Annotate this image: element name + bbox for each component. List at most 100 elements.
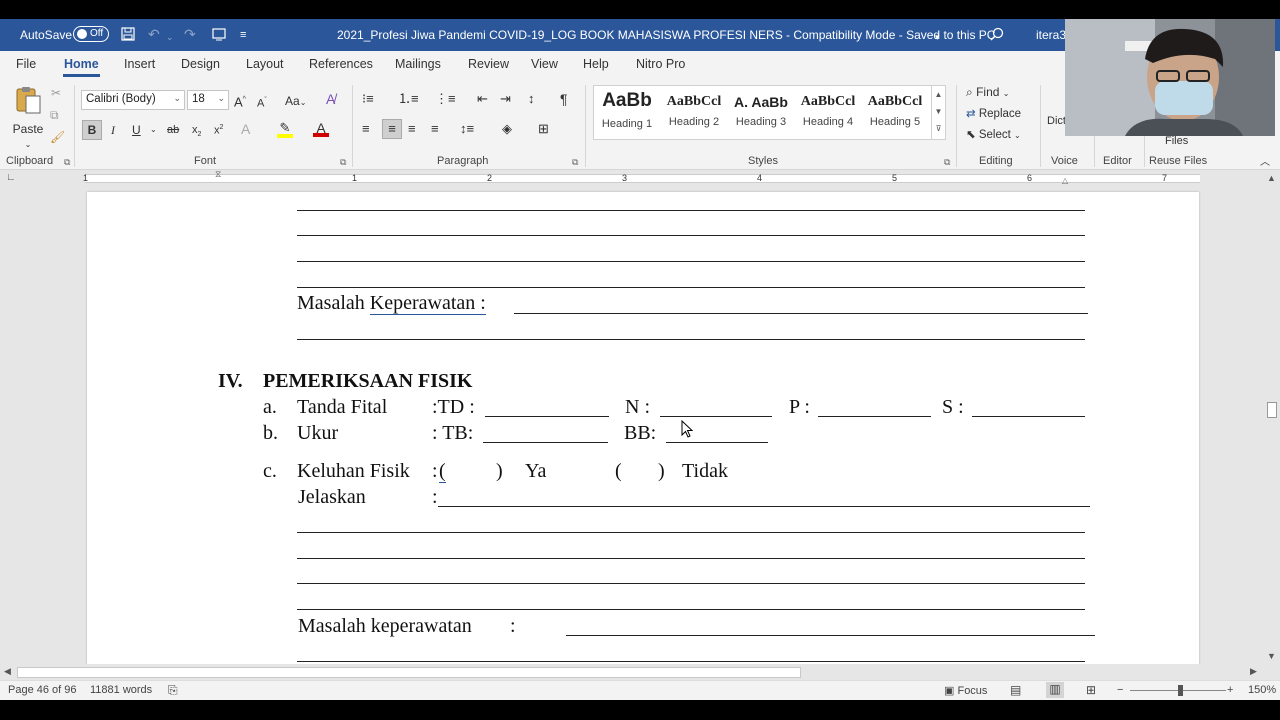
font-size-combo[interactable]: 18 ⌄ <box>187 90 229 110</box>
tab-design[interactable]: Design <box>181 57 220 71</box>
styles-launcher-icon[interactable]: ⧉ <box>944 157 950 168</box>
tab-file[interactable]: File <box>16 57 36 71</box>
style-sample: AaBbCcl <box>800 94 856 109</box>
zoom-in-icon[interactable]: + <box>1227 684 1233 696</box>
style-heading-2[interactable]: AaBbCcl Heading 2 <box>661 90 727 136</box>
decrease-indent-icon[interactable]: ⇤ <box>477 91 488 107</box>
undo-icon[interactable]: ↶ <box>148 27 160 41</box>
right-indent-marker[interactable]: △ <box>1062 176 1068 185</box>
tab-references[interactable]: References <box>309 57 373 71</box>
tab-mailings[interactable]: Mailings <box>395 57 441 71</box>
user-name[interactable]: itera3 <box>1036 28 1066 42</box>
vertical-scroll-thumb[interactable] <box>1267 402 1277 418</box>
answer-line <box>297 558 1085 559</box>
superscript-button[interactable]: x2 <box>214 120 223 139</box>
text-effects-icon[interactable]: A <box>241 121 250 137</box>
tab-nitro-pro[interactable]: Nitro Pro <box>636 57 685 71</box>
strikethrough-button[interactable]: ab <box>167 122 179 138</box>
redo-icon[interactable]: ↷ <box>184 27 196 41</box>
align-center-icon[interactable]: ≡ <box>382 119 402 139</box>
web-layout-icon[interactable]: ⊞ <box>1086 683 1096 697</box>
align-right-icon[interactable]: ≡ <box>408 121 416 137</box>
read-mode-icon[interactable]: ▤ <box>1010 683 1021 697</box>
show-formatting-icon[interactable]: ¶ <box>560 91 568 107</box>
copy-icon[interactable]: ⧉ <box>50 107 59 123</box>
style-heading-1[interactable]: AaBb Heading 1 <box>594 90 660 136</box>
bullets-icon[interactable]: ⁝≡ <box>362 91 374 107</box>
italic-button[interactable]: I <box>111 122 115 138</box>
shrink-font-button[interactable]: Aˇ <box>257 93 267 112</box>
style-name: Heading 1 <box>601 118 653 130</box>
borders-icon[interactable]: ⊞ <box>538 121 549 137</box>
style-heading-4[interactable]: AaBbCcl Heading 4 <box>795 90 861 136</box>
find-button[interactable]: ⌕ Find ⌄ <box>966 84 1009 102</box>
font-name-combo[interactable]: Calibri (Body) ⌄ <box>81 90 185 110</box>
tab-help[interactable]: Help <box>583 57 609 71</box>
zoom-level[interactable]: 150% <box>1248 684 1276 696</box>
customize-qat-icon[interactable]: ≡ <box>240 28 246 42</box>
highlight-icon[interactable]: ✎ <box>277 120 293 138</box>
underline-button[interactable]: U <box>132 122 141 138</box>
touch-mode-icon[interactable] <box>212 27 226 43</box>
scroll-right-icon[interactable]: ▶ <box>1250 666 1257 677</box>
answer-line <box>438 506 1090 507</box>
document-page[interactable]: Masalah Keperawatan : IV. PEMERIKSAAN FI… <box>87 192 1199 664</box>
print-layout-icon[interactable]: ▥ <box>1046 682 1064 698</box>
underline-dropdown-icon[interactable]: ⌄ <box>150 122 157 138</box>
undo-dropdown-icon[interactable]: ⌄ <box>166 30 174 44</box>
sort-icon[interactable]: ↕ <box>528 91 535 107</box>
search-icon[interactable] <box>990 27 1004 43</box>
zoom-slider-thumb[interactable] <box>1178 685 1183 696</box>
grow-font-button[interactable]: A^ <box>234 92 246 110</box>
paste-button[interactable]: Paste ⌄ <box>10 85 46 153</box>
shading-icon[interactable]: ◈ <box>502 121 512 137</box>
word-count[interactable]: 11881 words <box>90 684 152 696</box>
tab-view[interactable]: View <box>531 57 558 71</box>
page-count[interactable]: Page 46 of 96 <box>8 684 77 696</box>
zoom-out-icon[interactable]: − <box>1117 684 1123 696</box>
clipboard-launcher-icon[interactable]: ⧉ <box>64 157 70 168</box>
font-color-icon[interactable]: A <box>313 120 329 137</box>
horizontal-scrollbar[interactable]: ◀ ▶ <box>0 664 1264 680</box>
vertical-scrollbar[interactable]: ▲ ▼ <box>1264 170 1280 664</box>
horizontal-scroll-thumb[interactable] <box>17 667 801 678</box>
align-left-icon[interactable]: ≡ <box>362 121 370 137</box>
select-button[interactable]: ⬉ Select ⌄ <box>966 127 1021 144</box>
bold-button[interactable]: B <box>82 120 102 140</box>
save-icon[interactable] <box>121 27 135 43</box>
format-painter-icon[interactable]: 🖌 <box>50 129 65 145</box>
scroll-down-icon[interactable]: ▼ <box>1267 651 1276 661</box>
multilevel-list-icon[interactable]: ⋮≡ <box>435 91 456 107</box>
justify-icon[interactable]: ≡ <box>431 121 439 137</box>
line-spacing-icon[interactable]: ↕≡ <box>460 121 474 137</box>
masalah-colon: : <box>510 615 516 637</box>
numbering-icon[interactable]: ⒈≡ <box>398 91 419 107</box>
focus-button[interactable]: ▣ Focus <box>944 684 987 697</box>
increase-indent-icon[interactable]: ⇥ <box>500 91 511 107</box>
p-label: P : <box>789 396 810 418</box>
subscript-button[interactable]: x2 <box>192 122 201 143</box>
autosave-toggle[interactable]: Off <box>73 26 109 42</box>
style-heading-5[interactable]: AaBbCcl Heading 5 <box>862 90 928 136</box>
proofing-icon[interactable]: ⎘ <box>168 683 178 698</box>
tab-insert[interactable]: Insert <box>124 57 155 71</box>
dictate-button[interactable]: Dict <box>1047 113 1066 129</box>
scroll-up-icon[interactable]: ▲ <box>1267 173 1276 183</box>
tab-selector-icon[interactable]: ∟ <box>6 172 16 183</box>
change-case-button[interactable]: Aa⌄ <box>285 93 306 111</box>
clear-formatting-icon[interactable]: A̸ <box>326 91 335 107</box>
styles-scroll[interactable]: ▲ ▼ ⊽ <box>931 86 945 139</box>
tab-review[interactable]: Review <box>468 57 509 71</box>
scroll-left-icon[interactable]: ◀ <box>4 666 11 677</box>
tab-layout[interactable]: Layout <box>246 57 284 71</box>
paragraph-launcher-icon[interactable]: ⧉ <box>572 157 578 168</box>
collapse-ribbon-icon[interactable]: ︿ <box>1260 155 1270 171</box>
paste-dropdown-icon[interactable]: ⌄ <box>10 137 46 153</box>
style-heading-3[interactable]: A. AaBb Heading 3 <box>728 90 794 136</box>
title-dropdown-icon[interactable]: ▾ <box>935 30 940 44</box>
font-launcher-icon[interactable]: ⧉ <box>340 157 346 168</box>
indent-marker[interactable]: ⧖ <box>215 169 221 180</box>
cut-icon[interactable]: ✂ <box>51 85 61 101</box>
replace-button[interactable]: ⇄ Replace <box>966 106 1021 122</box>
tab-home[interactable]: Home <box>63 57 100 77</box>
